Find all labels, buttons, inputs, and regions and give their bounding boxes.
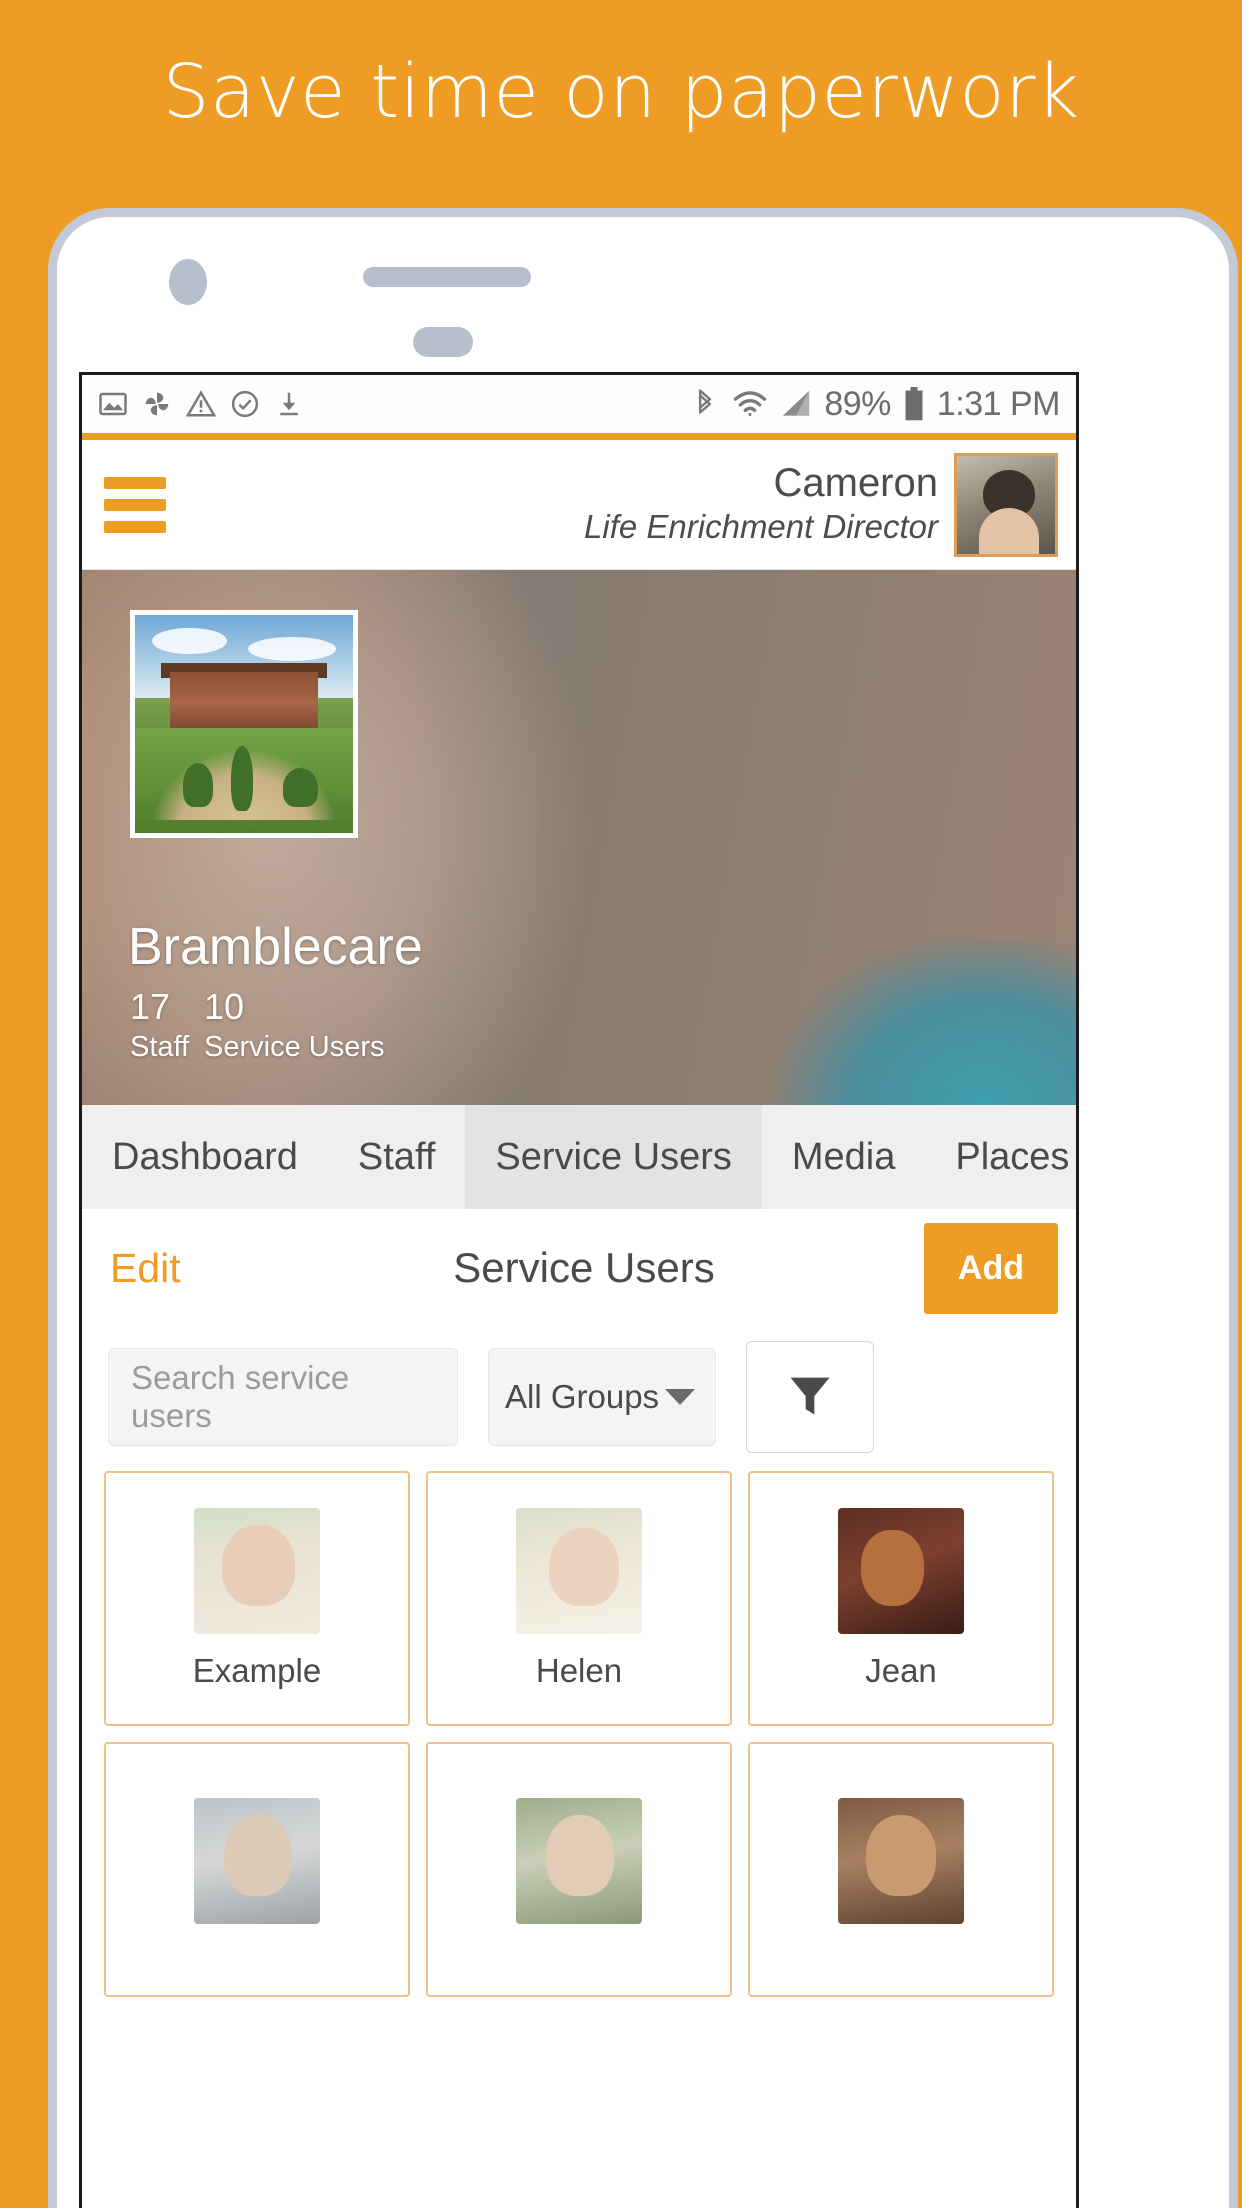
add-button[interactable]: Add [923,1222,1058,1314]
search-input[interactable]: Search service users [108,1348,458,1446]
care-home-photo[interactable] [130,610,358,838]
clock-time: 1:31 PM [936,384,1061,423]
group-filter-value: All Groups [505,1378,660,1415]
page-title: Save time on paperwork [162,49,1080,135]
list-item[interactable] [748,1742,1054,1997]
battery-icon [903,387,925,421]
service-user-photo [516,1507,642,1634]
stat-service-users: 10 Service Users [204,985,385,1063]
battery-percent: 89% [824,384,891,423]
edit-button[interactable]: Edit [110,1245,181,1292]
hero-accent [776,940,1076,1105]
photos-pinwheel-icon [142,389,172,419]
service-user-name: Jean [865,1651,937,1689]
tab-places[interactable]: Places [925,1105,1076,1209]
service-user-name: Helen [535,1651,623,1689]
list-item[interactable] [104,1742,410,1997]
cell-signal-icon [780,389,812,419]
hamburger-menu-icon[interactable] [104,476,166,533]
user-role: Life Enrichment Director [584,508,938,546]
service-user-photo [516,1797,642,1924]
phone-camera-icon [169,259,207,305]
check-circle-icon [230,389,260,419]
warning-triangle-icon [186,389,216,419]
phone-speaker-icon [363,267,531,287]
app-header: Cameron Life Enrichment Director [82,440,1076,570]
service-user-photo [838,1797,964,1924]
tab-staff[interactable]: Staff [328,1105,465,1209]
toolbar: Search service users All Groups [82,1327,1076,1471]
navigation-tabs: Dashboard Staff Service Users Media Plac… [82,1105,1076,1209]
service-user-photo [194,1797,320,1924]
phone-volume-button [1229,592,1238,692]
organisation-name: Bramblecare [128,918,423,976]
stat-staff: 17 Staff [130,985,190,1063]
user-name: Cameron [773,461,938,506]
organisation-hero: Bramblecare 17 Staff 10 Service Users [82,570,1076,1105]
section-header: Edit Service Users Add [82,1209,1076,1327]
filter-button[interactable] [746,1341,874,1453]
list-item[interactable]: Helen [426,1471,732,1726]
service-user-photo [838,1507,964,1634]
funnel-filter-icon [784,1369,836,1426]
phone-screen: 89% 1:31 PM Cameron Life Enrichment Dire… [79,372,1079,2208]
section-title: Service Users [453,1244,715,1291]
wifi-icon [732,389,768,419]
chevron-down-icon [665,1389,696,1405]
phone-power-button [1229,817,1238,1017]
brand-divider [82,433,1076,440]
tab-dashboard[interactable]: Dashboard [82,1105,328,1209]
avatar[interactable] [954,452,1058,557]
user-info[interactable]: Cameron Life Enrichment Director [584,460,954,549]
list-item[interactable]: Jean [748,1471,1054,1726]
service-user-grid: Example Helen Jean [82,1471,1076,1997]
organisation-stats: 17 Staff 10 Service Users [130,984,385,1065]
service-user-name: Example [192,1651,322,1689]
list-item[interactable] [426,1742,732,1997]
status-bar: 89% 1:31 PM [82,375,1076,433]
bluetooth-icon [690,387,720,421]
tab-media[interactable]: Media [762,1105,926,1209]
phone-mockup: 89% 1:31 PM Cameron Life Enrichment Dire… [48,208,1238,2208]
phone-home-button [413,327,473,357]
image-icon [98,389,128,419]
list-item[interactable]: Example [104,1471,410,1726]
tab-service-users[interactable]: Service Users [465,1105,762,1209]
group-filter-dropdown[interactable]: All Groups [488,1348,716,1446]
download-icon [274,389,304,419]
service-user-photo [194,1507,320,1634]
